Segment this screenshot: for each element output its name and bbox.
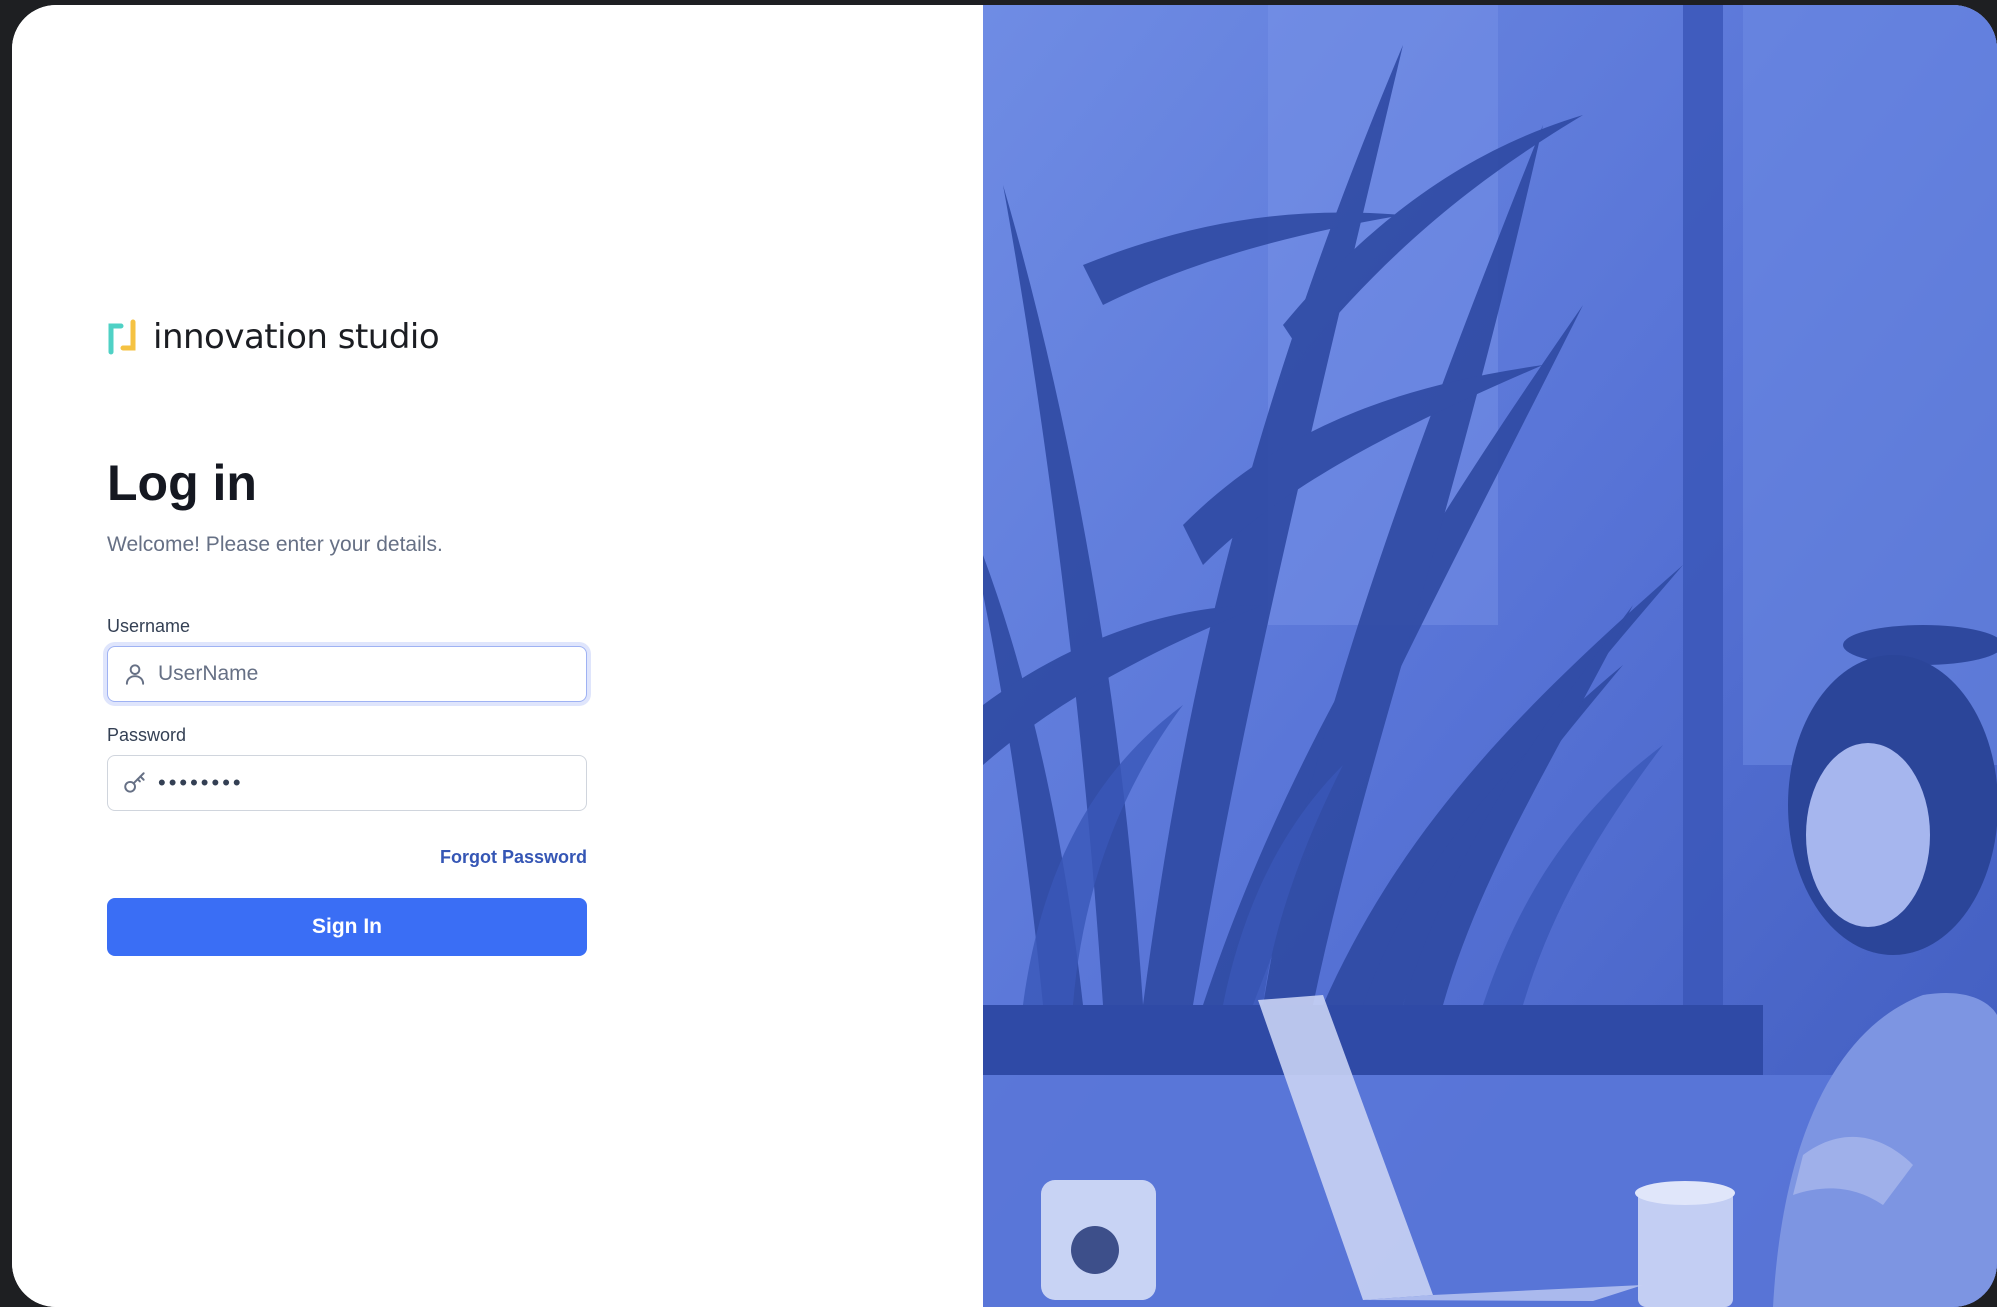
login-panel: innovation studio Log in Welcome! Please…: [12, 5, 983, 1307]
login-window: innovation studio Log in Welcome! Please…: [12, 5, 1997, 1307]
logo-mark-icon: [108, 319, 136, 355]
password-field[interactable]: ••••••••: [107, 755, 587, 811]
password-input[interactable]: ••••••••: [158, 770, 244, 796]
key-icon: [124, 772, 145, 793]
username-field[interactable]: [107, 646, 587, 702]
forgot-row: Forgot Password: [107, 847, 587, 868]
brand-logo: innovation studio: [107, 317, 440, 357]
password-label: Password: [107, 725, 187, 745]
username-label: Username: [107, 616, 191, 636]
hero-photo-illustration: [983, 5, 1997, 1307]
user-icon: [125, 664, 145, 685]
forgot-password-link[interactable]: Forgot Password: [440, 847, 587, 867]
hero-image: [983, 5, 1997, 1307]
sign-in-button[interactable]: Sign In: [107, 898, 587, 956]
brand-name: innovation studio: [153, 317, 440, 357]
page-title: Log in: [107, 455, 257, 511]
username-input[interactable]: [158, 662, 572, 686]
login-form: Log in Welcome! Please enter your detail…: [107, 453, 587, 956]
page-subtitle: Welcome! Please enter your details.: [107, 533, 443, 556]
